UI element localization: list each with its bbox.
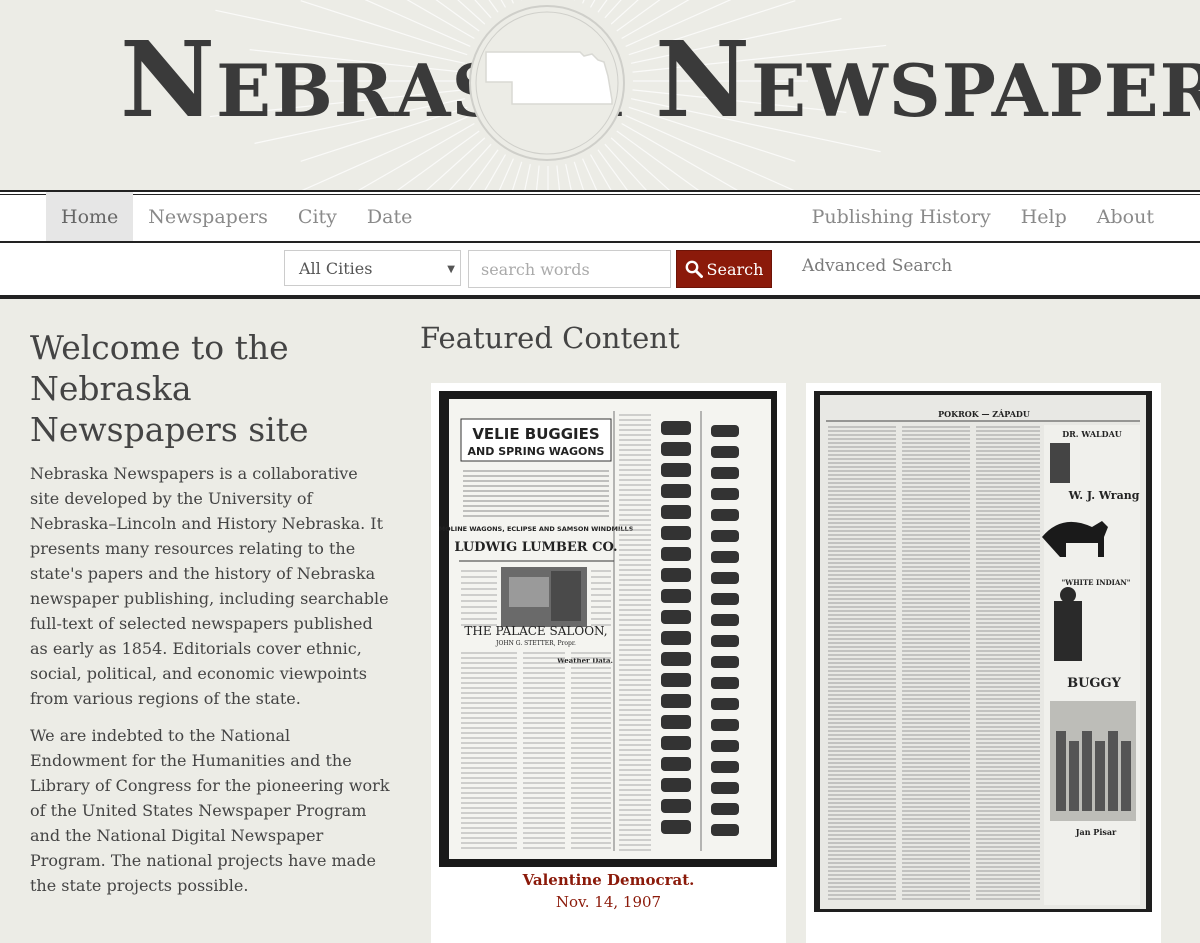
nav-item-publishing-history[interactable]: Publishing History: [797, 192, 1006, 241]
thumb-ad3: "WHITE INDIAN": [1062, 578, 1131, 587]
site-banner: NEBRASKA NEWSPAPERS: [0, 0, 1200, 190]
thumb-ad5: Jan Pisar: [1075, 827, 1117, 837]
thumb-ad4: BUGGY: [1067, 676, 1122, 691]
city-select-value: All Cities: [299, 259, 372, 278]
nav-item-about[interactable]: About: [1082, 192, 1169, 241]
nebraska-map-icon: [468, 4, 628, 164]
featured-card-pokrok[interactable]: POKROK — ZÁPADU DR. WALDAU W. J. Wrang "…: [806, 383, 1161, 943]
card-title[interactable]: Valentine Democrat.: [431, 871, 786, 889]
nav-left-group: Home Newspapers City Date: [46, 192, 427, 241]
thanks-paragraph: We are indebted to the National Endowmen…: [30, 723, 392, 898]
welcome-title: Welcome to the Nebraska Newspapers site: [30, 327, 390, 450]
search-button[interactable]: Search: [676, 250, 772, 288]
nav-item-home[interactable]: Home: [46, 192, 133, 241]
search-button-label: Search: [707, 260, 764, 279]
nav-item-newspapers[interactable]: Newspapers: [133, 192, 283, 241]
thumb-ad-headline: VELIE BUGGIES: [472, 425, 599, 443]
featured-card-valentine[interactable]: VELIE BUGGIES AND SPRING WAGONS MOLINE W…: [431, 383, 786, 943]
logo-newspapers[interactable]: NEWSPAPERS: [655, 28, 1200, 132]
thumb-saloon: THE PALACE SALOON,: [464, 624, 607, 638]
newspaper-thumbnail[interactable]: VELIE BUGGIES AND SPRING WAGONS MOLINE W…: [439, 391, 777, 867]
search-icon: [685, 260, 703, 278]
intro-paragraph: Nebraska Newspapers is a collaborative s…: [30, 461, 392, 711]
thumb-weather: Weather Data.: [556, 656, 613, 665]
nav-item-date[interactable]: Date: [352, 192, 427, 241]
search-input[interactable]: [468, 250, 671, 288]
thumb-ad2: W. J. Wrang: [1068, 489, 1140, 502]
chevron-down-icon: ▼: [447, 264, 455, 275]
nav-item-city[interactable]: City: [283, 192, 352, 241]
nav-right-group: Publishing History Help About: [797, 192, 1169, 241]
search-bar: All Cities ▼ Search Advanced Search: [0, 243, 1200, 299]
featured-title: Featured Content: [420, 321, 680, 355]
newspaper-thumbnail[interactable]: POKROK — ZÁPADU DR. WALDAU W. J. Wrang "…: [814, 391, 1152, 912]
thumb-ad-mid: MOLINE WAGONS, ECLIPSE AND SAMSON WINDMI…: [439, 525, 634, 533]
nav-item-help[interactable]: Help: [1006, 192, 1082, 241]
advanced-search-link[interactable]: Advanced Search: [802, 256, 952, 276]
main-nav: Home Newspapers City Date Publishing His…: [0, 190, 1200, 243]
thumb-saloon-sub: JOHN G. STETTER, Propr.: [495, 640, 576, 647]
city-select[interactable]: All Cities ▼: [284, 250, 461, 286]
thumb-header: POKROK — ZÁPADU: [938, 409, 1030, 419]
thumb-ad-lumber: LUDWIG LUMBER CO.: [454, 540, 617, 555]
thumb-ad-sub: AND SPRING WAGONS: [468, 445, 605, 458]
card-date[interactable]: Nov. 14, 1907: [431, 893, 786, 911]
thumb-ad1: DR. WALDAU: [1062, 429, 1122, 439]
